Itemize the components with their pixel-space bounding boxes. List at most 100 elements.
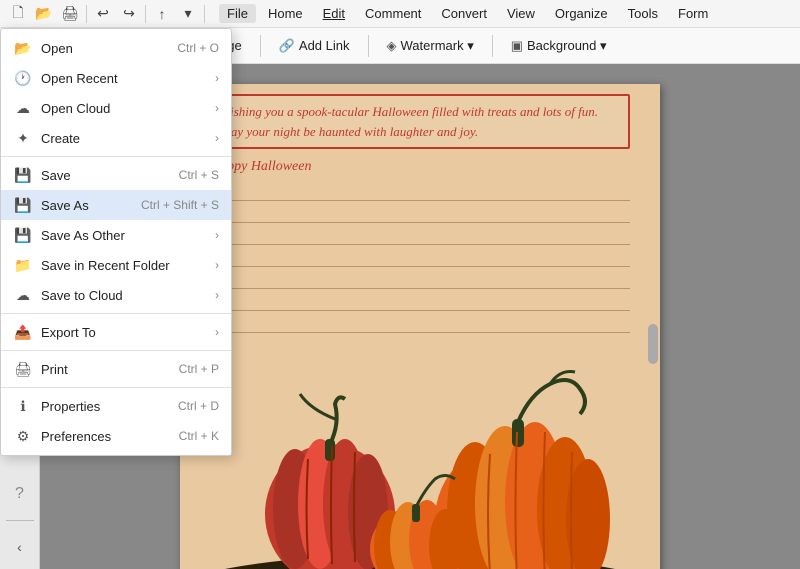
menu-separator-1 bbox=[1, 156, 231, 157]
undo-icon[interactable]: ↩ bbox=[91, 2, 115, 26]
menu-edit[interactable]: Edit bbox=[315, 4, 353, 23]
menu-item-save-as[interactable]: 💾 Save As Ctrl + Shift + S bbox=[1, 190, 231, 220]
print-icon[interactable]: 🖨 bbox=[58, 2, 82, 26]
more-icon[interactable]: ▾ bbox=[176, 2, 200, 26]
print-shortcut: Ctrl + P bbox=[179, 362, 219, 376]
watermark-icon: ◈ bbox=[387, 38, 397, 54]
properties-shortcut: Ctrl + D bbox=[178, 399, 219, 413]
watermark-label: Watermark ▾ bbox=[401, 38, 474, 54]
save-cloud-label: Save to Cloud bbox=[41, 288, 215, 303]
save-icon: 💾 bbox=[13, 165, 33, 185]
menu-bar: 🗋 📂 🖨 ↩ ↪ ↑ ▾ File Home Edit Comment Con… bbox=[0, 0, 800, 28]
menu-convert[interactable]: Convert bbox=[433, 4, 495, 23]
toolbar-icons: 🗋 📂 🖨 ↩ ↪ ↑ ▾ bbox=[6, 2, 207, 26]
doc-line-4 bbox=[210, 245, 630, 267]
chevron-left-icon[interactable]: ‹ bbox=[6, 533, 34, 561]
add-link-label: Add Link bbox=[299, 38, 350, 53]
edit-toolbar-sep-3 bbox=[368, 35, 369, 57]
preferences-shortcut: Ctrl + K bbox=[179, 429, 219, 443]
save-as-other-arrow: › bbox=[215, 228, 219, 242]
document-happy-halloween: Happy Halloween bbox=[210, 155, 630, 179]
pumpkin-svg bbox=[180, 364, 660, 569]
menu-item-save-cloud[interactable]: ☁ Save to Cloud › bbox=[1, 280, 231, 310]
print-menu-icon: 🖨 bbox=[13, 359, 33, 379]
print-label: Print bbox=[41, 362, 171, 377]
document-text-box-1: Wishing you a spook-tacular Halloween fi… bbox=[210, 94, 630, 149]
redo-icon[interactable]: ↪ bbox=[117, 2, 141, 26]
menu-item-properties[interactable]: ℹ Properties Ctrl + D bbox=[1, 391, 231, 421]
add-link-button[interactable]: 🔗 Add Link bbox=[269, 35, 360, 57]
preferences-label: Preferences bbox=[41, 429, 171, 444]
doc-line-3 bbox=[210, 223, 630, 245]
create-arrow: › bbox=[215, 131, 219, 145]
save-as-shortcut: Ctrl + Shift + S bbox=[141, 198, 219, 212]
background-icon: ▣ bbox=[511, 38, 523, 54]
background-label: Background ▾ bbox=[527, 38, 607, 54]
open-recent-arrow: › bbox=[215, 71, 219, 85]
open-icon: 📂 bbox=[13, 38, 33, 58]
open-cloud-arrow: › bbox=[215, 101, 219, 115]
save-cloud-arrow: › bbox=[215, 288, 219, 302]
document-text-1: Wishing you a spook-tacular Halloween fi… bbox=[220, 102, 620, 141]
doc-line-2 bbox=[210, 201, 630, 223]
save-cloud-icon: ☁ bbox=[13, 285, 33, 305]
menu-item-preferences[interactable]: ⚙ Preferences Ctrl + K bbox=[1, 421, 231, 451]
help-icon[interactable]: ? bbox=[6, 480, 34, 508]
doc-line-6 bbox=[210, 289, 630, 311]
open-cloud-icon: ☁ bbox=[13, 98, 33, 118]
open-recent-label: Open Recent bbox=[41, 71, 215, 86]
doc-line-7 bbox=[210, 311, 630, 333]
properties-icon: ℹ bbox=[13, 396, 33, 416]
menu-item-print[interactable]: 🖨 Print Ctrl + P bbox=[1, 354, 231, 384]
doc-line-5 bbox=[210, 267, 630, 289]
export-icon: 📤 bbox=[13, 322, 33, 342]
document-page: Wishing you a spook-tacular Halloween fi… bbox=[180, 84, 660, 569]
menu-organize[interactable]: Organize bbox=[547, 4, 616, 23]
share-icon[interactable]: ↑ bbox=[150, 2, 174, 26]
add-link-icon: 🔗 bbox=[279, 38, 295, 54]
preferences-icon: ⚙ bbox=[13, 426, 33, 446]
save-label: Save bbox=[41, 168, 171, 183]
menu-form[interactable]: Form bbox=[670, 4, 716, 23]
menu-item-open-cloud[interactable]: ☁ Open Cloud › bbox=[1, 93, 231, 123]
save-as-label: Save As bbox=[41, 198, 133, 213]
menu-file[interactable]: File bbox=[219, 4, 256, 23]
export-label: Export To bbox=[41, 325, 215, 340]
toolbar-separator-2 bbox=[145, 5, 146, 23]
menu-item-create[interactable]: ✦ Create › bbox=[1, 123, 231, 153]
save-recent-arrow: › bbox=[215, 258, 219, 272]
open-shortcut: Ctrl + O bbox=[177, 41, 219, 55]
menu-view[interactable]: View bbox=[499, 4, 543, 23]
open-doc-icon[interactable]: 📂 bbox=[32, 2, 56, 26]
menu-item-open[interactable]: 📂 Open Ctrl + O bbox=[1, 33, 231, 63]
toolbar-separator-1 bbox=[86, 5, 87, 23]
open-recent-icon: 🕐 bbox=[13, 68, 33, 88]
create-label: Create bbox=[41, 131, 215, 146]
export-arrow: › bbox=[215, 325, 219, 339]
new-doc-icon[interactable]: 🗋 bbox=[6, 2, 30, 26]
properties-label: Properties bbox=[41, 399, 170, 414]
background-button[interactable]: ▣ Background ▾ bbox=[501, 35, 617, 57]
save-as-other-label: Save As Other bbox=[41, 228, 215, 243]
doc-line-1 bbox=[210, 179, 630, 201]
menu-tools[interactable]: Tools bbox=[620, 4, 666, 23]
edit-toolbar-sep-4 bbox=[492, 35, 493, 57]
menu-item-save[interactable]: 💾 Save Ctrl + S bbox=[1, 160, 231, 190]
menu-separator-3 bbox=[1, 350, 231, 351]
pumpkin-illustration bbox=[180, 364, 660, 569]
save-as-other-icon: 💾 bbox=[13, 225, 33, 245]
menu-item-export[interactable]: 📤 Export To › bbox=[1, 317, 231, 347]
scroll-handle[interactable] bbox=[648, 324, 658, 364]
menu-separator-4 bbox=[1, 387, 231, 388]
open-label: Open bbox=[41, 41, 169, 56]
open-cloud-label: Open Cloud bbox=[41, 101, 215, 116]
edit-toolbar-sep-2 bbox=[260, 35, 261, 57]
menu-home[interactable]: Home bbox=[260, 4, 311, 23]
save-shortcut: Ctrl + S bbox=[179, 168, 219, 182]
menu-item-save-as-other[interactable]: 💾 Save As Other › bbox=[1, 220, 231, 250]
save-as-icon: 💾 bbox=[13, 195, 33, 215]
watermark-button[interactable]: ◈ Watermark ▾ bbox=[377, 35, 484, 57]
menu-item-save-recent[interactable]: 📁 Save in Recent Folder › bbox=[1, 250, 231, 280]
menu-comment[interactable]: Comment bbox=[357, 4, 429, 23]
menu-item-open-recent[interactable]: 🕐 Open Recent › bbox=[1, 63, 231, 93]
